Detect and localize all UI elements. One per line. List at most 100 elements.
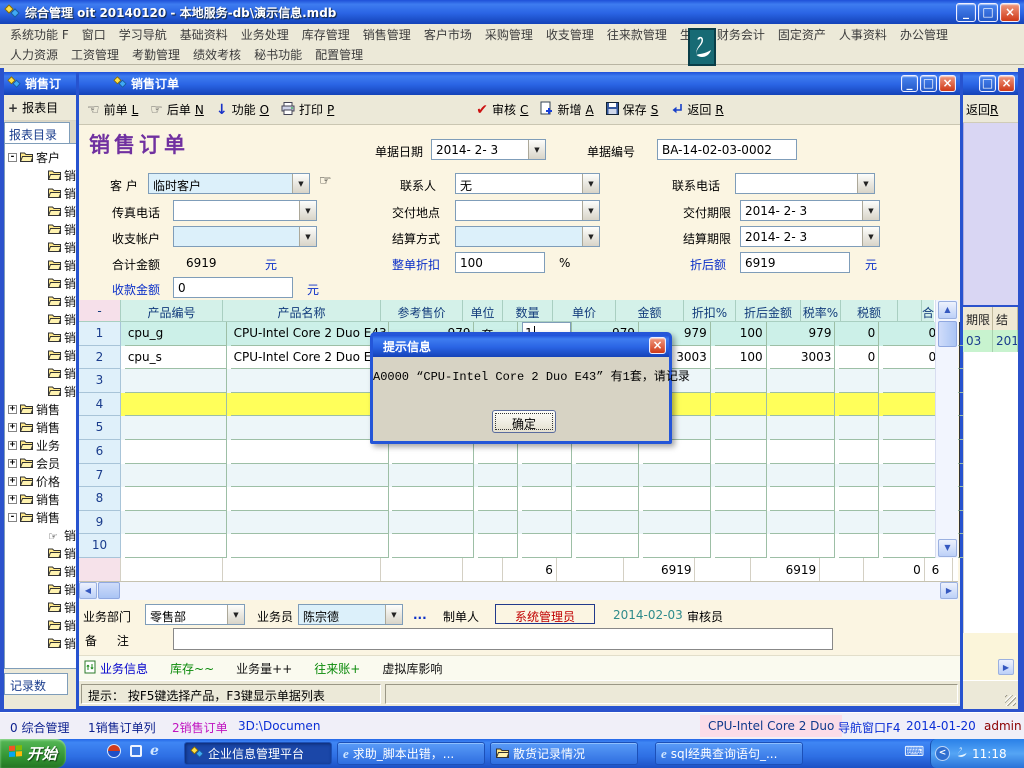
tree-expand-toggle[interactable]: - bbox=[8, 513, 17, 522]
tax-rate-cell[interactable] bbox=[839, 393, 879, 417]
qty-cell[interactable] bbox=[522, 487, 572, 511]
tax-rate-cell[interactable] bbox=[839, 487, 879, 511]
disc-amount-cell[interactable] bbox=[770, 440, 835, 464]
quick-launch-ie-icon[interactable]: e bbox=[150, 743, 159, 762]
discount-cell[interactable] bbox=[715, 440, 767, 464]
scroll-right-icon[interactable]: ▶ bbox=[998, 659, 1014, 675]
discount-cell[interactable] bbox=[715, 487, 767, 511]
dialog-titlebar[interactable]: 提示信息 × bbox=[373, 335, 669, 357]
qty-cell[interactable] bbox=[522, 534, 572, 558]
settle-date-select[interactable]: 2014- 2- 3▼ bbox=[740, 226, 880, 247]
column-header[interactable]: 税额 bbox=[841, 300, 898, 322]
menu-item[interactable]: 固定资产 bbox=[776, 25, 828, 44]
qty-cell[interactable] bbox=[522, 464, 572, 488]
product-name-cell[interactable] bbox=[231, 416, 389, 440]
discount-cell[interactable] bbox=[715, 464, 767, 488]
column-header[interactable]: 金额 bbox=[616, 300, 684, 322]
column-header[interactable]: 单价 bbox=[553, 300, 616, 322]
settle-way-select[interactable]: ▼ bbox=[455, 226, 600, 247]
row-number-cell[interactable]: 5 bbox=[79, 416, 121, 440]
discount-cell[interactable] bbox=[715, 393, 767, 417]
product-name-cell[interactable] bbox=[231, 464, 389, 488]
scroll-up-icon[interactable]: ▲ bbox=[938, 301, 957, 319]
discount-cell[interactable]: 100 bbox=[715, 322, 767, 346]
product-name-cell[interactable] bbox=[231, 534, 389, 558]
tree-item[interactable]: + 销售 bbox=[5, 400, 78, 418]
menu-item[interactable]: 人事资料 bbox=[837, 25, 889, 44]
unit-cell[interactable] bbox=[478, 487, 518, 511]
column-header[interactable]: - bbox=[79, 300, 121, 322]
minimize-button[interactable]: _ bbox=[901, 75, 918, 92]
product-code-cell[interactable] bbox=[125, 534, 227, 558]
minimize-button[interactable]: _ bbox=[956, 3, 976, 22]
row-number-cell[interactable]: 3 bbox=[79, 369, 121, 393]
tree-item[interactable]: 销 bbox=[5, 544, 78, 562]
tree-item[interactable]: 销 bbox=[5, 166, 78, 184]
tax-rate-cell[interactable] bbox=[839, 440, 879, 464]
window-link-3[interactable]: 3D:\Documen bbox=[238, 719, 320, 733]
table-row[interactable]: 9 bbox=[79, 511, 958, 535]
info-item[interactable]: 业务信息 bbox=[84, 660, 148, 677]
tree-item[interactable]: 销 bbox=[5, 364, 78, 382]
disc-amount-cell[interactable] bbox=[770, 369, 835, 393]
tree-item[interactable]: + 价格 bbox=[5, 472, 78, 490]
price-cell[interactable] bbox=[576, 511, 639, 535]
row-number-cell[interactable]: 6 bbox=[79, 440, 121, 464]
discount-cell[interactable] bbox=[715, 511, 767, 535]
column-header[interactable]: 产品编号 bbox=[121, 300, 223, 322]
tree-item[interactable]: 销 bbox=[5, 562, 78, 580]
menu-item[interactable]: 基础资料 bbox=[178, 25, 230, 44]
order-window-titlebar[interactable]: 销售订单 _ □ × bbox=[79, 72, 960, 95]
scroll-right-icon[interactable]: ▶ bbox=[940, 582, 958, 599]
task-button[interactable]: e sql经典查询语句_... bbox=[655, 742, 803, 765]
customer-select[interactable]: 临时客户▼ bbox=[148, 173, 310, 194]
price-cell[interactable] bbox=[576, 487, 639, 511]
tax-cell[interactable] bbox=[883, 416, 940, 440]
row-number-cell[interactable]: 8 bbox=[79, 487, 121, 511]
tree-item[interactable]: - 客户 bbox=[5, 148, 78, 166]
dialog-close-icon[interactable]: × bbox=[649, 337, 666, 354]
info-item[interactable]: 往来账+ bbox=[310, 660, 360, 677]
discount-cell[interactable] bbox=[715, 534, 767, 558]
column-header[interactable]: 折后金额 bbox=[736, 300, 801, 322]
tree-item[interactable]: 销 bbox=[5, 346, 78, 364]
row-number-cell[interactable]: 7 bbox=[79, 464, 121, 488]
product-code-cell[interactable] bbox=[125, 369, 227, 393]
product-name-cell[interactable]: CPU-Intel Core 2 Duo E43 bbox=[231, 322, 389, 346]
tax-cell[interactable] bbox=[883, 534, 940, 558]
more-button[interactable]: ... bbox=[413, 608, 427, 622]
contact-tel-select[interactable]: ▼ bbox=[735, 173, 875, 194]
doc-date-select[interactable]: 2014- 2- 3▼ bbox=[431, 139, 546, 160]
disc-amount-cell[interactable] bbox=[770, 487, 835, 511]
clock[interactable]: 11:18 bbox=[972, 747, 1007, 761]
tree-item[interactable]: 销 bbox=[5, 184, 78, 202]
tax-rate-cell[interactable]: 0 bbox=[839, 322, 879, 346]
tax-rate-cell[interactable] bbox=[839, 464, 879, 488]
tax-rate-cell[interactable] bbox=[839, 511, 879, 535]
account-select[interactable]: ▼ bbox=[173, 226, 317, 247]
toolbar-button[interactable]: 返回R bbox=[670, 101, 723, 118]
deliver-place-select[interactable]: ▼ bbox=[455, 200, 600, 221]
column-header[interactable]: 参考售价 bbox=[381, 300, 463, 322]
product-name-cell[interactable] bbox=[231, 511, 389, 535]
tree-item[interactable]: + 业务 bbox=[5, 436, 78, 454]
scrollbar-thumb[interactable] bbox=[938, 321, 957, 347]
tax-cell[interactable] bbox=[883, 440, 940, 464]
received-field[interactable]: 0 bbox=[173, 277, 293, 298]
tree-expand-toggle[interactable]: + bbox=[8, 495, 17, 504]
menu-item[interactable]: 往来款管理 bbox=[605, 25, 669, 44]
menu-item[interactable]: 人力资源 bbox=[8, 45, 60, 64]
tree-expand-toggle[interactable]: + bbox=[8, 459, 17, 468]
product-code-cell[interactable] bbox=[125, 511, 227, 535]
dept-select[interactable]: 零售部▼ bbox=[145, 604, 245, 625]
lookup-hand-icon[interactable]: ☞ bbox=[319, 173, 332, 189]
salesman-select[interactable]: 陈宗德▼ bbox=[298, 604, 403, 625]
ref-price-cell[interactable] bbox=[392, 464, 474, 488]
tree-item[interactable]: 销 bbox=[5, 598, 78, 616]
menu-item[interactable]: 考勤管理 bbox=[130, 45, 182, 64]
tree-item[interactable]: ☞ 销 bbox=[5, 526, 78, 544]
menu-item[interactable]: 销售管理 bbox=[361, 25, 413, 44]
menu-item[interactable]: 财务会计 bbox=[715, 25, 767, 44]
disc-amount-cell[interactable] bbox=[770, 393, 835, 417]
window-link-1[interactable]: 1销售订单列 bbox=[88, 719, 156, 736]
